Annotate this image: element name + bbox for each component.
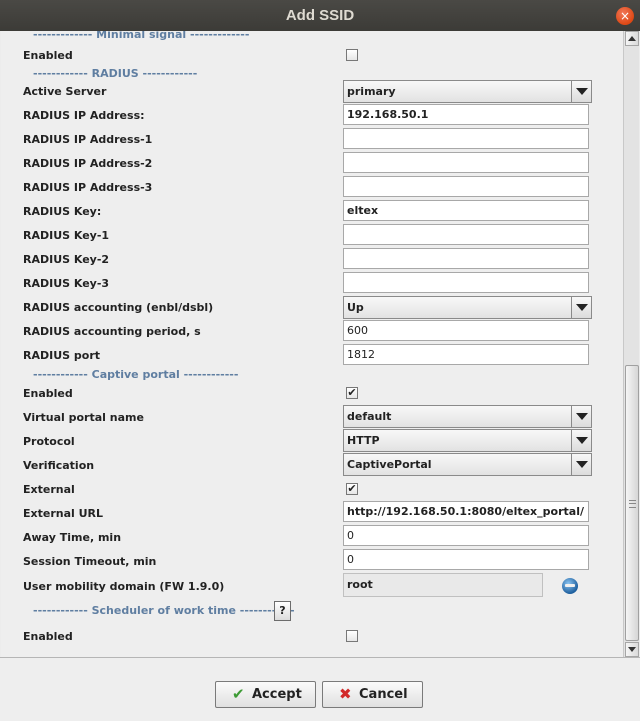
radius-ip2-label: RADIUS IP Address-2 [23, 157, 153, 170]
scrollbar-thumb[interactable] [625, 365, 639, 641]
radius-accounting-period-field[interactable]: 600 [343, 320, 589, 341]
help-button[interactable]: ? [274, 601, 291, 621]
virtual-portal-value: default [347, 410, 392, 423]
radius-key1-label: RADIUS Key-1 [23, 229, 110, 242]
radius-key1-field[interactable] [343, 224, 589, 245]
radius-key2-label: RADIUS Key-2 [23, 253, 110, 266]
verification-label: Verification [23, 459, 95, 472]
enabled-captive-label: Enabled [23, 387, 73, 400]
protocol-label: Protocol [23, 435, 75, 448]
enabled-scheduler-checkbox[interactable] [346, 630, 358, 642]
close-icon[interactable]: × [616, 7, 634, 25]
radius-accounting-period-label: RADIUS accounting period, s [23, 325, 201, 338]
radius-accounting-select[interactable]: Up [343, 296, 592, 319]
form-panel: ------------- Minimal signal -----------… [1, 31, 623, 657]
radius-port-label: RADIUS port [23, 349, 101, 362]
grip-icon [629, 500, 636, 508]
chevron-down-icon[interactable] [571, 81, 591, 102]
section-minimal-signal: ------------- Minimal signal -----------… [33, 31, 250, 41]
session-timeout-label: Session Timeout, min [23, 555, 157, 568]
globe-icon[interactable] [562, 578, 578, 594]
radius-accounting-label: RADIUS accounting (enbl/dsbl) [23, 301, 214, 314]
radius-ip-field[interactable]: 192.168.50.1 [343, 104, 589, 125]
external-url-field[interactable]: http://192.168.50.1:8080/eltex_portal/ [343, 501, 589, 522]
title-bar: Add SSID × [0, 0, 640, 31]
section-radius: ------------ RADIUS ------------ [33, 67, 198, 80]
chevron-down-icon[interactable] [571, 430, 591, 451]
radius-key3-field[interactable] [343, 272, 589, 293]
radius-key2-field[interactable] [343, 248, 589, 269]
radius-port-field[interactable]: 1812 [343, 344, 589, 365]
enabled-captive-checkbox[interactable]: ✔ [346, 387, 358, 399]
scroll-down-button[interactable] [625, 642, 639, 657]
accept-button[interactable]: ✔ Accept [215, 681, 316, 708]
section-captive-portal: ------------ Captive portal ------------ [33, 368, 239, 381]
radius-key-label: RADIUS Key: [23, 205, 102, 218]
cancel-button[interactable]: ✖ Cancel [322, 681, 423, 708]
mobility-domain-label: User mobility domain (FW 1.9.0) [23, 580, 225, 593]
radius-ip2-field[interactable] [343, 152, 589, 173]
radius-ip3-field[interactable] [343, 176, 589, 197]
accept-label: Accept [252, 687, 302, 702]
section-scheduler: ------------ Scheduler of work time ----… [33, 604, 295, 617]
dialog-footer: ✔ Accept ✖ Cancel [0, 657, 640, 721]
verification-value: CaptivePortal [347, 458, 432, 471]
vertical-scrollbar[interactable] [623, 31, 639, 657]
protocol-select[interactable]: HTTP [343, 429, 592, 452]
check-icon: ✔ [232, 685, 245, 703]
window-title: Add SSID [285, 7, 355, 24]
radius-ip3-label: RADIUS IP Address-3 [23, 181, 153, 194]
radius-ip-label: RADIUS IP Address: [23, 109, 145, 122]
external-checkbox[interactable]: ✔ [346, 483, 358, 495]
active-server-value: primary [347, 85, 396, 98]
chevron-down-icon[interactable] [571, 454, 591, 475]
external-url-label: External URL [23, 507, 104, 520]
virtual-portal-label: Virtual portal name [23, 411, 144, 424]
scroll-up-button[interactable] [625, 31, 639, 46]
enabled-minimal-label: Enabled [23, 49, 73, 62]
active-server-label: Active Server [23, 85, 107, 98]
active-server-select[interactable]: primary [343, 80, 592, 103]
chevron-down-icon[interactable] [571, 406, 591, 427]
verification-select[interactable]: CaptivePortal [343, 453, 592, 476]
external-label: External [23, 483, 75, 496]
chevron-down-icon[interactable] [571, 297, 591, 318]
enabled-scheduler-label: Enabled [23, 630, 73, 643]
radius-ip1-field[interactable] [343, 128, 589, 149]
virtual-portal-select[interactable]: default [343, 405, 592, 428]
cancel-label: Cancel [359, 687, 408, 702]
away-time-label: Away Time, min [23, 531, 122, 544]
radius-key3-label: RADIUS Key-3 [23, 277, 110, 290]
away-time-field[interactable]: 0 [343, 525, 589, 546]
mobility-domain-field: root [343, 573, 543, 597]
radius-accounting-value: Up [347, 301, 364, 314]
protocol-value: HTTP [347, 434, 380, 447]
enabled-minimal-checkbox[interactable] [346, 49, 358, 61]
session-timeout-field[interactable]: 0 [343, 549, 589, 570]
radius-ip1-label: RADIUS IP Address-1 [23, 133, 153, 146]
cross-icon: ✖ [339, 685, 352, 703]
radius-key-field[interactable]: eltex [343, 200, 589, 221]
